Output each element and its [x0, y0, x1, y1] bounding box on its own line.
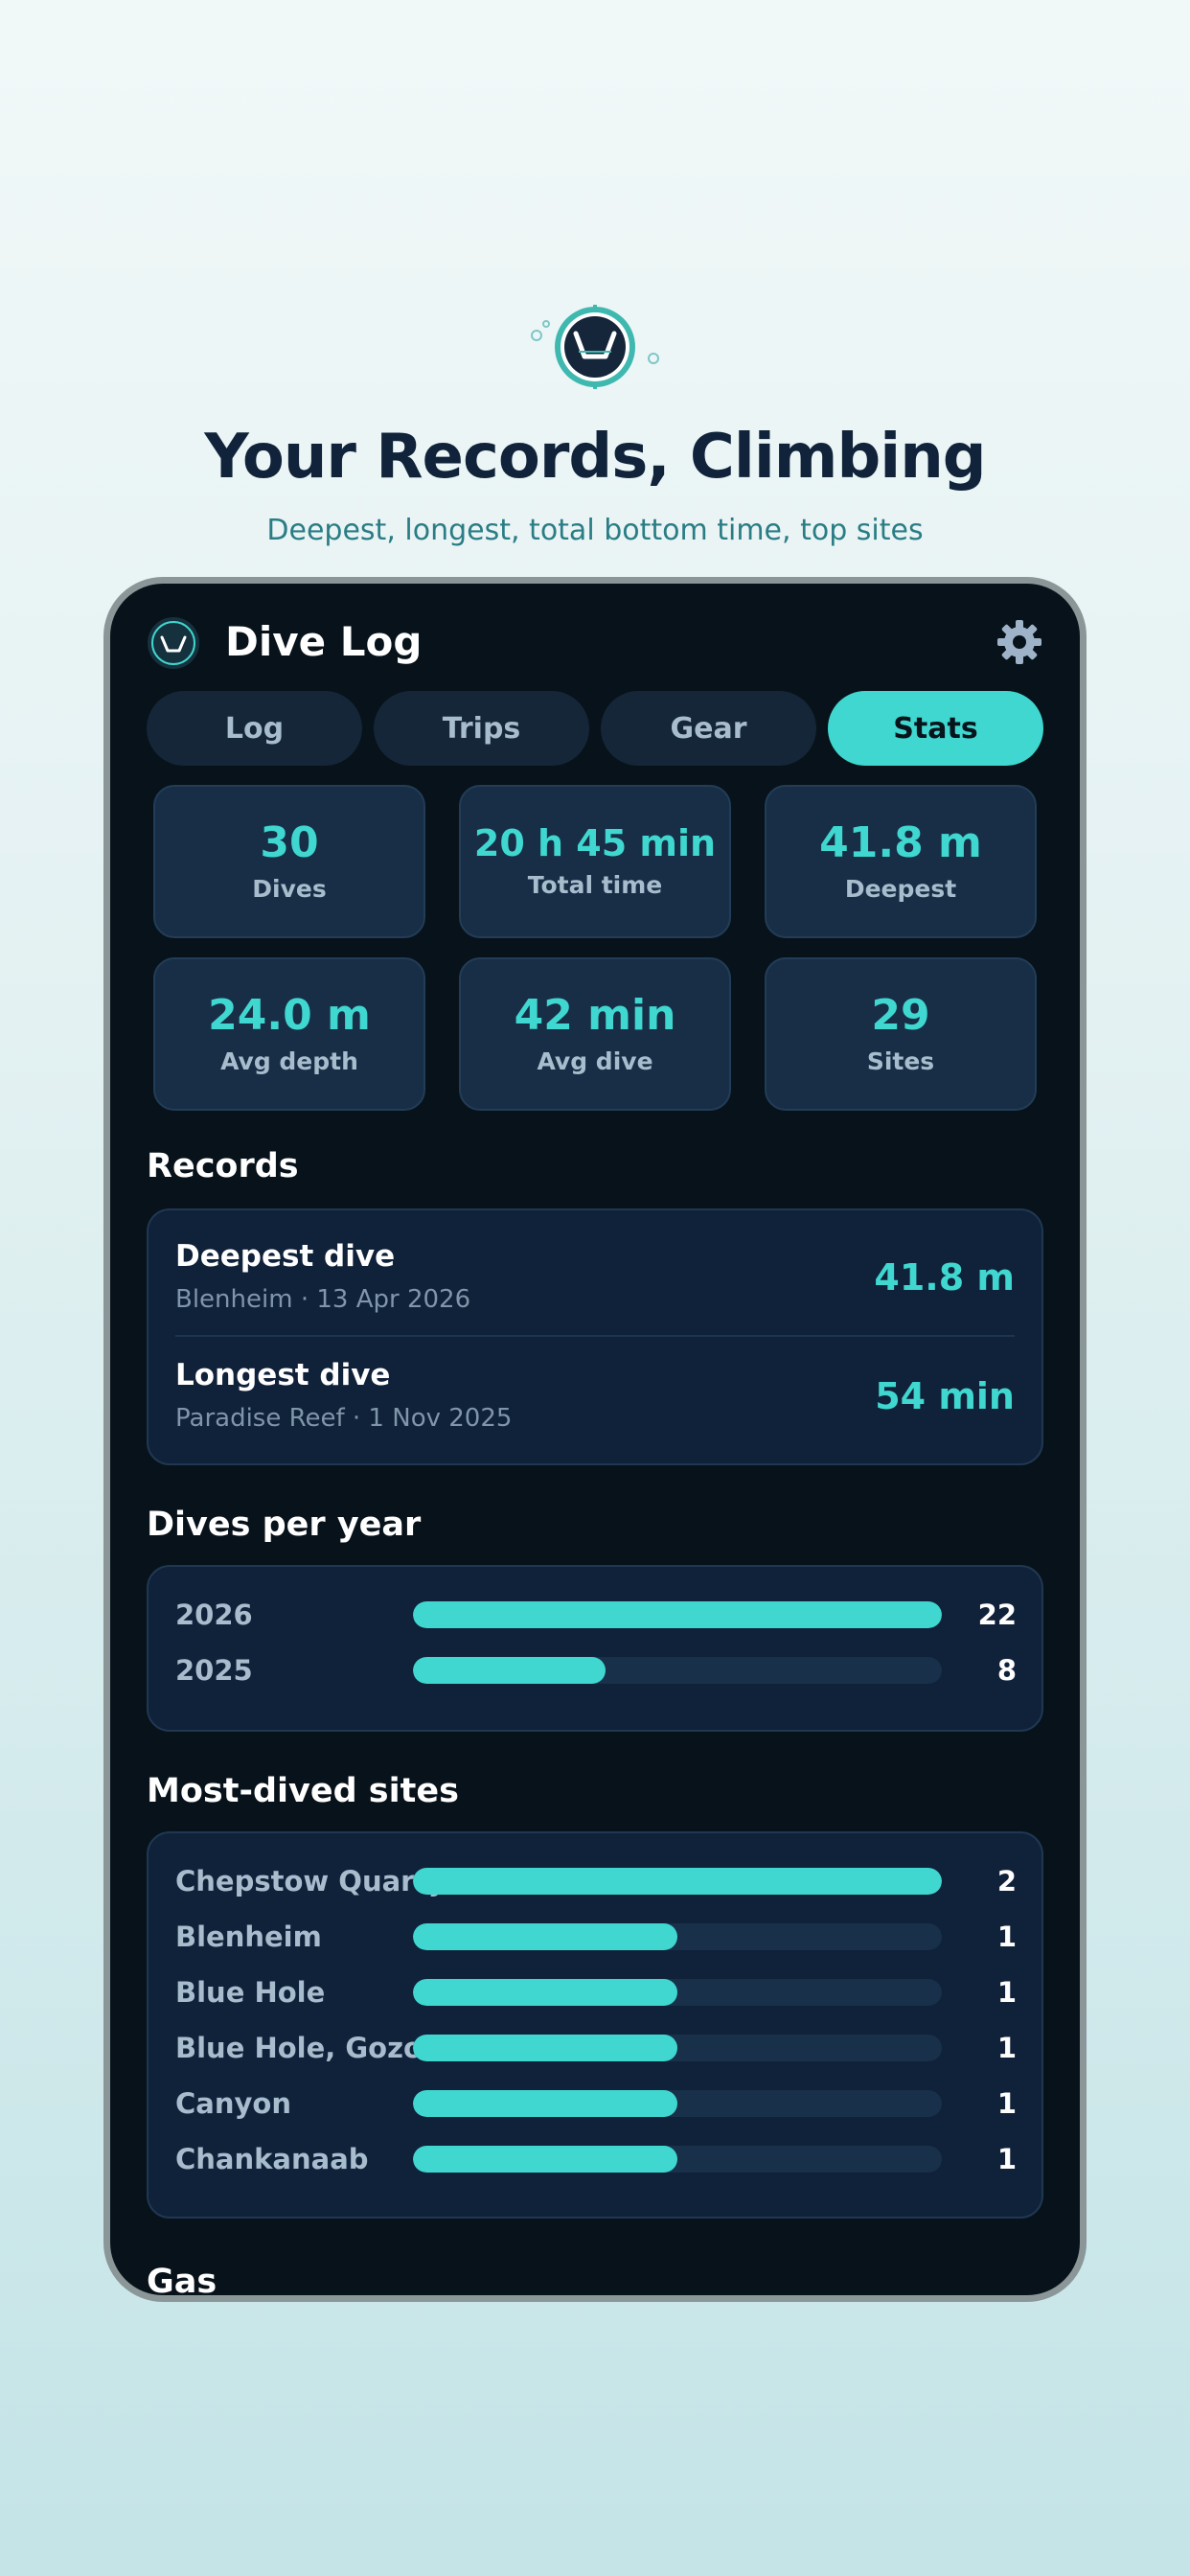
- record-value: 41.8 m: [874, 1256, 1015, 1299]
- stat-value: 42 min: [514, 991, 676, 1041]
- app-title: Dive Log: [225, 618, 423, 665]
- bar-label: Blenheim: [175, 1920, 322, 1953]
- bar-label: 2026: [175, 1598, 253, 1631]
- bar-row: Chepstow Quarry 2: [175, 1862, 1017, 1900]
- bar-count: 1: [996, 1976, 1017, 2009]
- divider: [175, 1335, 1015, 1337]
- bar-count: 8: [996, 1654, 1017, 1687]
- records-card: Deepest dive Blenheim · 13 Apr 2026 41.8…: [147, 1208, 1043, 1465]
- bar-label: 2025: [175, 1654, 253, 1687]
- stat-label: Sites: [866, 1046, 935, 1075]
- tab-gear[interactable]: Gear: [601, 691, 816, 766]
- bar-row: 2026 22: [175, 1596, 1017, 1634]
- stat-card-dives: 30 Dives: [153, 785, 425, 938]
- stat-value: 29: [871, 991, 930, 1041]
- bar-fill: [413, 2146, 677, 2173]
- bar-label: Canyon: [175, 2087, 291, 2120]
- dives-per-year-card: 2026 22 2025 8: [147, 1565, 1043, 1732]
- stat-label: Avg dive: [537, 1046, 653, 1075]
- stat-value: 30: [260, 818, 319, 868]
- stat-card-total-time: 20 h 45 min Total time: [459, 785, 731, 938]
- bar-fill: [413, 1601, 942, 1628]
- stat-value: 24.0 m: [208, 991, 371, 1041]
- depth-profile-icon: [147, 616, 200, 670]
- bar-fill: [413, 1657, 606, 1684]
- bar-row: Blue Hole 1: [175, 1973, 1017, 2012]
- bar-label: Blue Hole, Gozo: [175, 2032, 423, 2064]
- bar-count: 1: [996, 1920, 1017, 1953]
- stat-label: Total time: [527, 871, 663, 900]
- bar-track: [413, 1868, 942, 1895]
- record-name: Longest dive: [175, 1358, 391, 1392]
- app-header: Dive Log: [147, 609, 1043, 676]
- bar-label: Chepstow Quarry: [175, 1865, 446, 1898]
- stat-label: Dives: [252, 874, 327, 903]
- record-value: 54 min: [875, 1375, 1015, 1417]
- bar-fill: [413, 1923, 677, 1950]
- bar-fill: [413, 1979, 677, 2006]
- bar-count: 2: [996, 1865, 1017, 1898]
- bar-track: [413, 2035, 942, 2061]
- top-sites-card: Chepstow Quarry 2 Blenheim 1 Blue Hole 1…: [147, 1831, 1043, 2219]
- stat-card-avg-depth: 24.0 m Avg depth: [153, 957, 425, 1111]
- record-meta: Blenheim · 13 Apr 2026: [175, 1285, 471, 1314]
- bar-fill: [413, 1868, 942, 1895]
- records-title: Records: [147, 1147, 299, 1185]
- bar-row: Blue Hole, Gozo 1: [175, 2029, 1017, 2067]
- bar-track: [413, 2146, 942, 2173]
- stat-label: Avg depth: [220, 1046, 358, 1075]
- top-sites-title: Most-dived sites: [147, 1772, 459, 1810]
- bar-count: 1: [996, 2143, 1017, 2175]
- stat-label: Deepest: [844, 874, 957, 903]
- record-meta: Paradise Reef · 1 Nov 2025: [175, 1404, 513, 1433]
- tab-stats[interactable]: Stats: [828, 691, 1043, 766]
- bar-label: Chankanaab: [175, 2143, 369, 2175]
- stat-card-deepest: 41.8 m Deepest: [765, 785, 1037, 938]
- hero-logo-icon: [523, 299, 667, 395]
- bar-row: Blenheim 1: [175, 1918, 1017, 1956]
- bar-label: Blue Hole: [175, 1976, 326, 2009]
- tab-trips[interactable]: Trips: [374, 691, 589, 766]
- app-screen: Dive Log Log Trips Gear Stats 30 Dives 2…: [103, 577, 1087, 2302]
- bar-track: [413, 1923, 942, 1950]
- bar-row: Canyon 1: [175, 2084, 1017, 2123]
- tab-bar: Log Trips Gear Stats: [147, 691, 1043, 766]
- gas-title: Gas: [147, 2263, 217, 2301]
- stat-value: 41.8 m: [819, 818, 982, 868]
- stat-value: 20 h 45 min: [473, 821, 717, 864]
- bar-count: 1: [996, 2087, 1017, 2120]
- bar-track: [413, 1979, 942, 2006]
- bar-fill: [413, 2090, 677, 2117]
- record-name: Deepest dive: [175, 1239, 396, 1274]
- bar-row: 2025 8: [175, 1651, 1017, 1690]
- bar-track: [413, 1601, 942, 1628]
- bar-count: 1: [996, 2032, 1017, 2064]
- bar-track: [413, 1657, 942, 1684]
- bar-count: 22: [977, 1598, 1017, 1631]
- stat-card-avg-dive: 42 min Avg dive: [459, 957, 731, 1111]
- hero-subtitle: Deepest, longest, total bottom time, top…: [266, 514, 924, 547]
- gear-icon[interactable]: [995, 618, 1043, 666]
- hero-title: Your Records, Climbing: [204, 422, 986, 493]
- dives-per-year-title: Dives per year: [147, 1506, 422, 1544]
- stat-card-sites: 29 Sites: [765, 957, 1037, 1111]
- tab-log[interactable]: Log: [147, 691, 362, 766]
- bar-fill: [413, 2035, 677, 2061]
- bar-track: [413, 2090, 942, 2117]
- bar-row: Chankanaab 1: [175, 2140, 1017, 2178]
